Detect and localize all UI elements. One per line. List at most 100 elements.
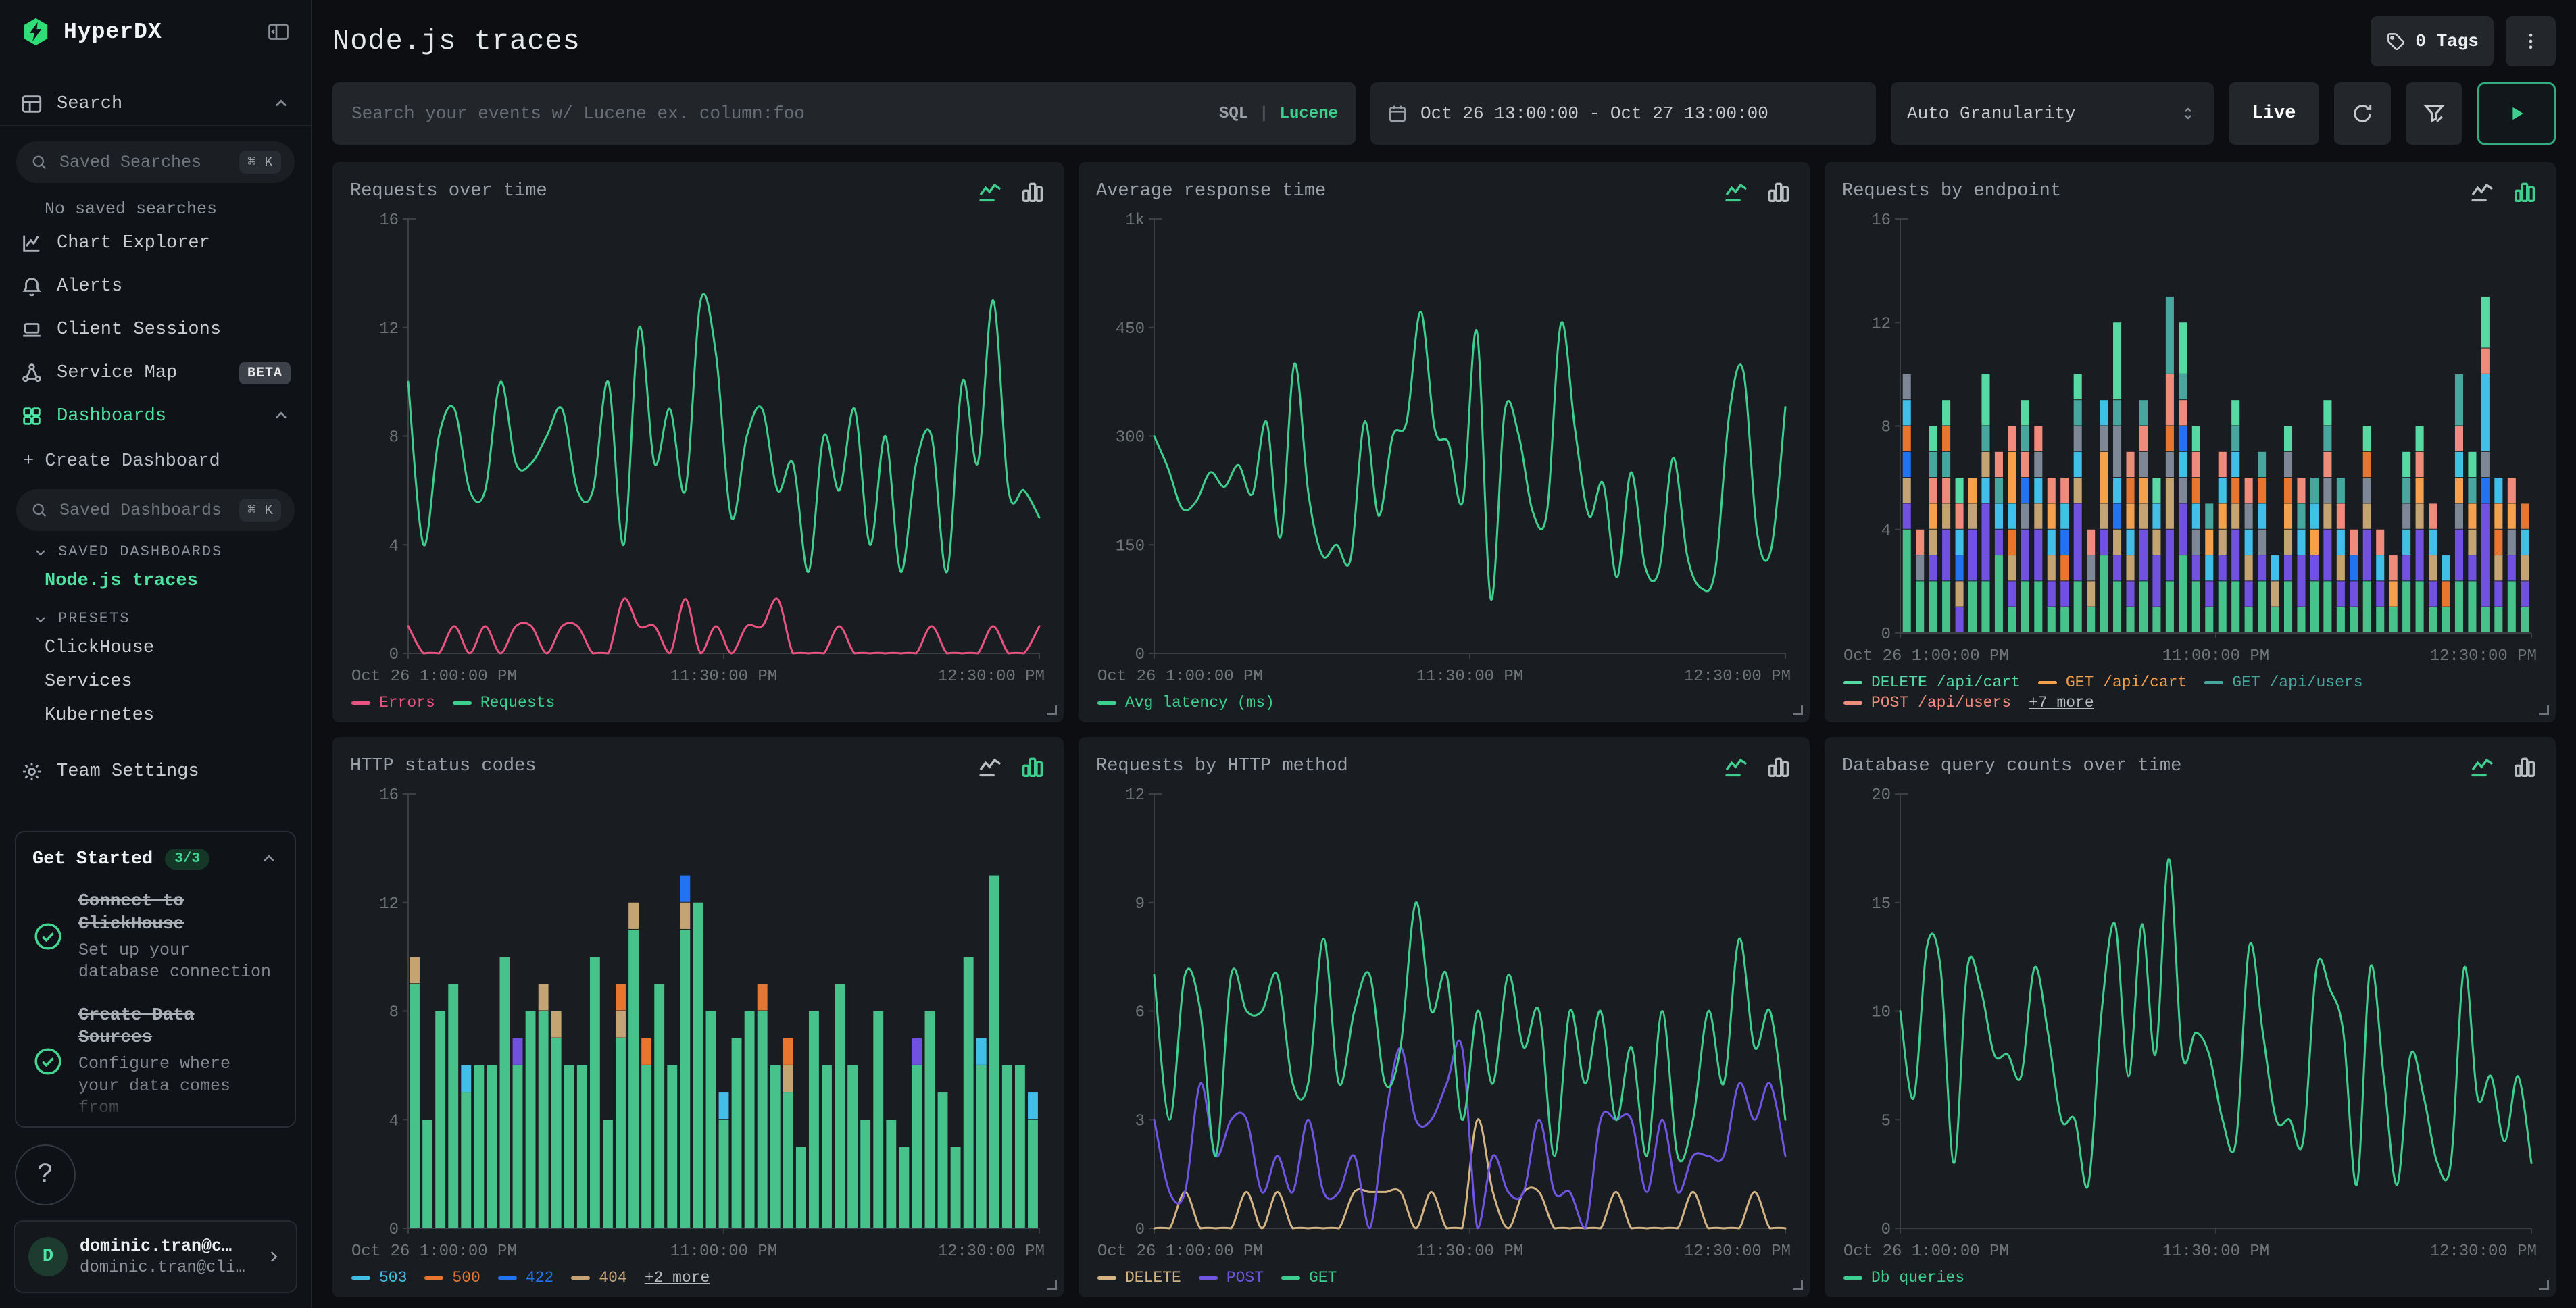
- create-dashboard-button[interactable]: + Create Dashboard: [0, 438, 311, 474]
- legend-item[interactable]: Avg latency (ms): [1097, 694, 1274, 711]
- sidebar-item-search[interactable]: Search: [0, 82, 311, 126]
- legend-more-link[interactable]: +7 more: [2029, 694, 2094, 711]
- search-section-icon: [20, 93, 43, 116]
- svg-text:12:30:00 PM: 12:30:00 PM: [2430, 647, 2537, 665]
- user-name: dominic.tran@c…: [80, 1236, 245, 1256]
- filter-button[interactable]: [2406, 82, 2462, 145]
- legend-swatch: [2204, 681, 2223, 684]
- line-chart-toggle-icon[interactable]: [977, 753, 1004, 779]
- get-started-item[interactable]: Connect to ClickHouse Set up your databa…: [32, 890, 278, 984]
- sidebar-item-team-settings[interactable]: Team Settings: [0, 750, 311, 793]
- granularity-select[interactable]: Auto Granularity: [1891, 82, 2214, 145]
- legend-item[interactable]: GET: [1281, 1269, 1337, 1286]
- sidebar-item-service-map[interactable]: Service Map BETA: [0, 351, 311, 395]
- legend-label: Requests: [480, 694, 555, 711]
- refresh-button[interactable]: [2334, 82, 2391, 145]
- chart-svg: 05101520Oct 26 1:00:00 PM11:30:00 PM12:3…: [1842, 783, 2538, 1263]
- legend-label: 500: [452, 1269, 480, 1286]
- time-range-picker[interactable]: Oct 26 13:00:00 - Oct 27 13:00:00: [1370, 82, 1876, 145]
- presets-section[interactable]: PRESETS: [0, 598, 311, 631]
- svg-text:11:30:00 PM: 11:30:00 PM: [1416, 668, 1523, 686]
- bar-chart-toggle-icon[interactable]: [1019, 753, 1046, 779]
- svg-text:4: 4: [389, 537, 399, 555]
- svg-text:0: 0: [389, 1221, 399, 1239]
- sidebar-item-dashboards[interactable]: Dashboards: [0, 395, 311, 438]
- get-started-item[interactable]: Create Data Sources Configure where your…: [32, 1004, 278, 1120]
- user-menu[interactable]: D dominic.tran@c… dominic.tran@cli…: [14, 1220, 297, 1293]
- lucene-mode-toggle[interactable]: Lucene: [1280, 105, 1338, 123]
- legend-item[interactable]: DELETE: [1097, 1269, 1181, 1286]
- legend-item[interactable]: POST: [1199, 1269, 1264, 1286]
- legend-item[interactable]: 422: [498, 1269, 553, 1286]
- sidebar-collapse-icon[interactable]: [266, 20, 291, 44]
- check-circle-icon: [32, 921, 64, 952]
- saved-dashboards-section[interactable]: SAVED DASHBOARDS: [0, 531, 311, 564]
- sidebar: HyperDX Search Saved Searches ⌘ K No sav…: [0, 0, 312, 1308]
- bar-chart-toggle-icon[interactable]: [1765, 178, 1792, 204]
- dashboard-grid: Requests over time 0481216Oct 26 1:00:00…: [332, 162, 2556, 1297]
- tag-icon: [2385, 31, 2406, 51]
- sidebar-preset-clickhouse[interactable]: ClickHouse: [0, 631, 311, 665]
- svg-text:12:30:00 PM: 12:30:00 PM: [1684, 668, 1791, 686]
- legend-item[interactable]: POST /api/users: [1843, 694, 2011, 711]
- legend-item[interactable]: 503: [351, 1269, 407, 1286]
- chevron-up-icon[interactable]: [272, 95, 291, 114]
- svg-text:12: 12: [379, 320, 399, 338]
- bar-chart-toggle-icon[interactable]: [2511, 753, 2538, 779]
- legend-item[interactable]: 500: [424, 1269, 480, 1286]
- sidebar-dashboard-nodejs-traces[interactable]: Node.js traces: [0, 564, 311, 598]
- sidebar-preset-kubernetes[interactable]: Kubernetes: [0, 699, 311, 732]
- sidebar-preset-services[interactable]: Services: [0, 665, 311, 699]
- logo-row: HyperDX: [0, 0, 311, 54]
- line-chart-toggle-icon[interactable]: [2469, 178, 2496, 204]
- event-search-box[interactable]: SQL | Lucene: [332, 82, 1356, 145]
- sidebar-item-chart-explorer[interactable]: Chart Explorer: [0, 222, 311, 265]
- get-started-item-title: Create Data Sources: [78, 1004, 278, 1050]
- line-chart-toggle-icon[interactable]: [2469, 753, 2496, 779]
- sidebar-item-client-sessions[interactable]: Client Sessions: [0, 308, 311, 351]
- legend-item[interactable]: 404: [571, 1269, 626, 1286]
- check-circle-icon: [32, 1046, 64, 1077]
- sidebar-item-label: Service Map: [57, 363, 177, 383]
- legend-more-link[interactable]: +2 more: [645, 1269, 710, 1286]
- line-chart-toggle-icon[interactable]: [1723, 753, 1750, 779]
- svg-text:12:30:00 PM: 12:30:00 PM: [1684, 1242, 1791, 1261]
- legend-item[interactable]: DELETE /api/cart: [1843, 674, 2021, 691]
- bar-chart-toggle-icon[interactable]: [2511, 178, 2538, 204]
- sidebar-item-label: Chart Explorer: [57, 233, 210, 253]
- search-input[interactable]: [350, 103, 1206, 124]
- legend-item[interactable]: GET /api/cart: [2038, 674, 2187, 691]
- bar-chart-toggle-icon[interactable]: [1019, 178, 1046, 204]
- sql-mode-toggle[interactable]: SQL: [1219, 105, 1248, 123]
- svg-text:11:00:00 PM: 11:00:00 PM: [670, 1242, 777, 1261]
- bar-chart-toggle-icon[interactable]: [1765, 753, 1792, 779]
- svg-text:8: 8: [389, 1004, 399, 1022]
- chart-legend: DELETE /api/cart GET /api/cart GET /api/us…: [1842, 668, 2538, 714]
- tags-button[interactable]: 0 Tags: [2371, 16, 2494, 66]
- chevron-up-icon[interactable]: [259, 850, 278, 869]
- line-chart-toggle-icon[interactable]: [1723, 178, 1750, 204]
- saved-dashboards-input[interactable]: Saved Dashboards ⌘ K: [16, 489, 295, 531]
- legend-label: POST /api/users: [1871, 694, 2011, 711]
- more-options-button[interactable]: [2506, 16, 2556, 66]
- panel-requests-over-time: Requests over time 0481216Oct 26 1:00:00…: [332, 162, 1064, 722]
- legend-label: Avg latency (ms): [1125, 694, 1274, 711]
- legend-item[interactable]: GET /api/users: [2204, 674, 2362, 691]
- section-label-text: SAVED DASHBOARDS: [58, 543, 222, 560]
- legend-label: POST: [1227, 1269, 1264, 1286]
- line-chart-toggle-icon[interactable]: [977, 178, 1004, 204]
- chart-canvas: 0481216Oct 26 1:00:00 PM11:00:00 PM12:30…: [1842, 208, 2538, 668]
- legend-item[interactable]: Requests: [453, 694, 555, 711]
- svg-text:Oct 26 1:00:00 PM: Oct 26 1:00:00 PM: [1097, 668, 1263, 686]
- get-started-header[interactable]: Get Started 3/3: [32, 849, 278, 870]
- legend-swatch: [1843, 681, 1862, 684]
- saved-searches-input[interactable]: Saved Searches ⌘ K: [16, 141, 295, 183]
- run-query-button[interactable]: [2477, 82, 2556, 145]
- legend-item[interactable]: Db queries: [1843, 1269, 1964, 1286]
- sidebar-item-alerts[interactable]: Alerts: [0, 265, 311, 308]
- panel-database-query-counts: Database query counts over time 05101520…: [1825, 737, 2556, 1297]
- help-button[interactable]: ?: [15, 1144, 76, 1205]
- legend-item[interactable]: Errors: [351, 694, 435, 711]
- live-button[interactable]: Live: [2229, 82, 2319, 145]
- chevron-up-icon[interactable]: [272, 407, 291, 426]
